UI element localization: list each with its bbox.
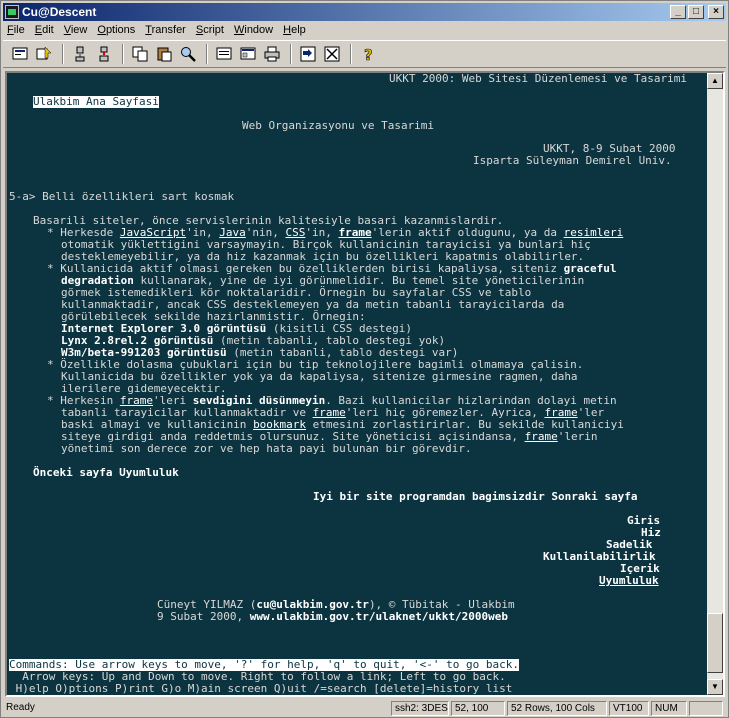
menu-edit[interactable]: Edit (35, 24, 54, 36)
status-term-type: VT100 (609, 700, 649, 716)
menu-script[interactable]: Script (196, 24, 224, 36)
keymap-icon[interactable] (321, 43, 343, 65)
vertical-scrollbar[interactable]: ▲ ▼ (707, 73, 723, 695)
menu-options[interactable]: Options (97, 24, 135, 36)
toolbar: ? (3, 40, 726, 68)
global-options-icon[interactable] (237, 43, 259, 65)
status-cursor-pos: 52, 100 (451, 700, 505, 716)
sftp-icon[interactable] (297, 43, 319, 65)
connect-icon[interactable] (9, 43, 31, 65)
frame-link-5[interactable]: frame (525, 430, 558, 443)
status-ready: Ready (6, 701, 35, 713)
bullet-4-line-5: yönetimi son derece zor ve hep hata payi… (61, 442, 472, 455)
page-header: UKKT 2000: Web Sitesi Düzenlemesi ve Tas… (389, 73, 688, 85)
minimize-button[interactable]: _ (670, 5, 686, 19)
status-num-lock: NUM (651, 700, 687, 716)
menu-file[interactable]: File (7, 24, 25, 36)
status-connection: ssh2: 3DES (391, 700, 449, 716)
menu-bar: File Edit View Options Transfer Script W… (3, 22, 726, 38)
menu-transfer[interactable]: Transfer (145, 24, 186, 36)
scroll-up-arrow-icon[interactable]: ▲ (707, 73, 723, 89)
maximize-button[interactable]: □ (688, 5, 704, 19)
menu-view[interactable]: View (64, 24, 88, 36)
scroll-thumb[interactable] (707, 613, 723, 673)
status-bar: Ready ssh2: 3DES 52, 100 52 Rows, 100 Co… (3, 700, 726, 716)
next-page-link[interactable]: Iyi bir site programdan bagimsizdir Sonr… (313, 491, 638, 503)
close-button[interactable]: × (708, 5, 724, 19)
quick-connect-icon[interactable] (33, 43, 55, 65)
session-options-icon[interactable] (213, 43, 235, 65)
reconnect-icon[interactable] (93, 43, 115, 65)
menu-window[interactable]: Window (234, 24, 273, 36)
app-window: Cu@Descent _ □ × File Edit View Options … (0, 0, 729, 718)
event-line-2: Isparta Süleyman Demirel Univ. (473, 154, 672, 167)
scroll-down-arrow-icon[interactable]: ▼ (707, 679, 723, 695)
shortcut-keys-hint: H)elp O)ptions P)rint G)o M)ain screen Q… (9, 682, 513, 695)
prev-page-link[interactable]: Önceki sayfa Uyumluluk (33, 467, 179, 479)
title-bar: Cu@Descent _ □ × (3, 3, 726, 21)
print-icon[interactable] (261, 43, 283, 65)
terminal-frame: UKKT 2000: Web Sitesi Düzenlemesi ve Tas… (5, 71, 725, 697)
site-url-link[interactable]: www.ulakbim.gov.tr/ulaknet/ukkt/2000web (250, 610, 508, 623)
date-line: 9 Subat 2000, www.ulakbim.gov.tr/ulaknet… (157, 610, 508, 623)
page-subtitle: Web Organizasyonu ve Tasarimi (242, 119, 435, 132)
menu-help[interactable]: Help (283, 24, 306, 36)
terminal-screen[interactable]: UKKT 2000: Web Sitesi Düzenlemesi ve Tas… (7, 73, 709, 695)
status-term-size: 52 Rows, 100 Cols (507, 700, 607, 716)
copy-icon[interactable] (129, 43, 151, 65)
svg-text:?: ? (364, 46, 373, 62)
window-title: Cu@Descent (22, 5, 97, 19)
help-icon[interactable]: ? (357, 43, 379, 65)
find-icon[interactable] (177, 43, 199, 65)
section-heading: 5-a> Belli özellikleri sart kosmak (9, 190, 235, 203)
terminal-app-icon[interactable] (5, 5, 19, 19)
nav-uyumluluk[interactable]: Uyumluluk (599, 575, 659, 587)
home-link[interactable]: Ulakbim Ana Sayfasi (33, 96, 159, 108)
paste-icon[interactable] (153, 43, 175, 65)
disconnect-icon[interactable] (69, 43, 91, 65)
status-extra (689, 700, 723, 716)
